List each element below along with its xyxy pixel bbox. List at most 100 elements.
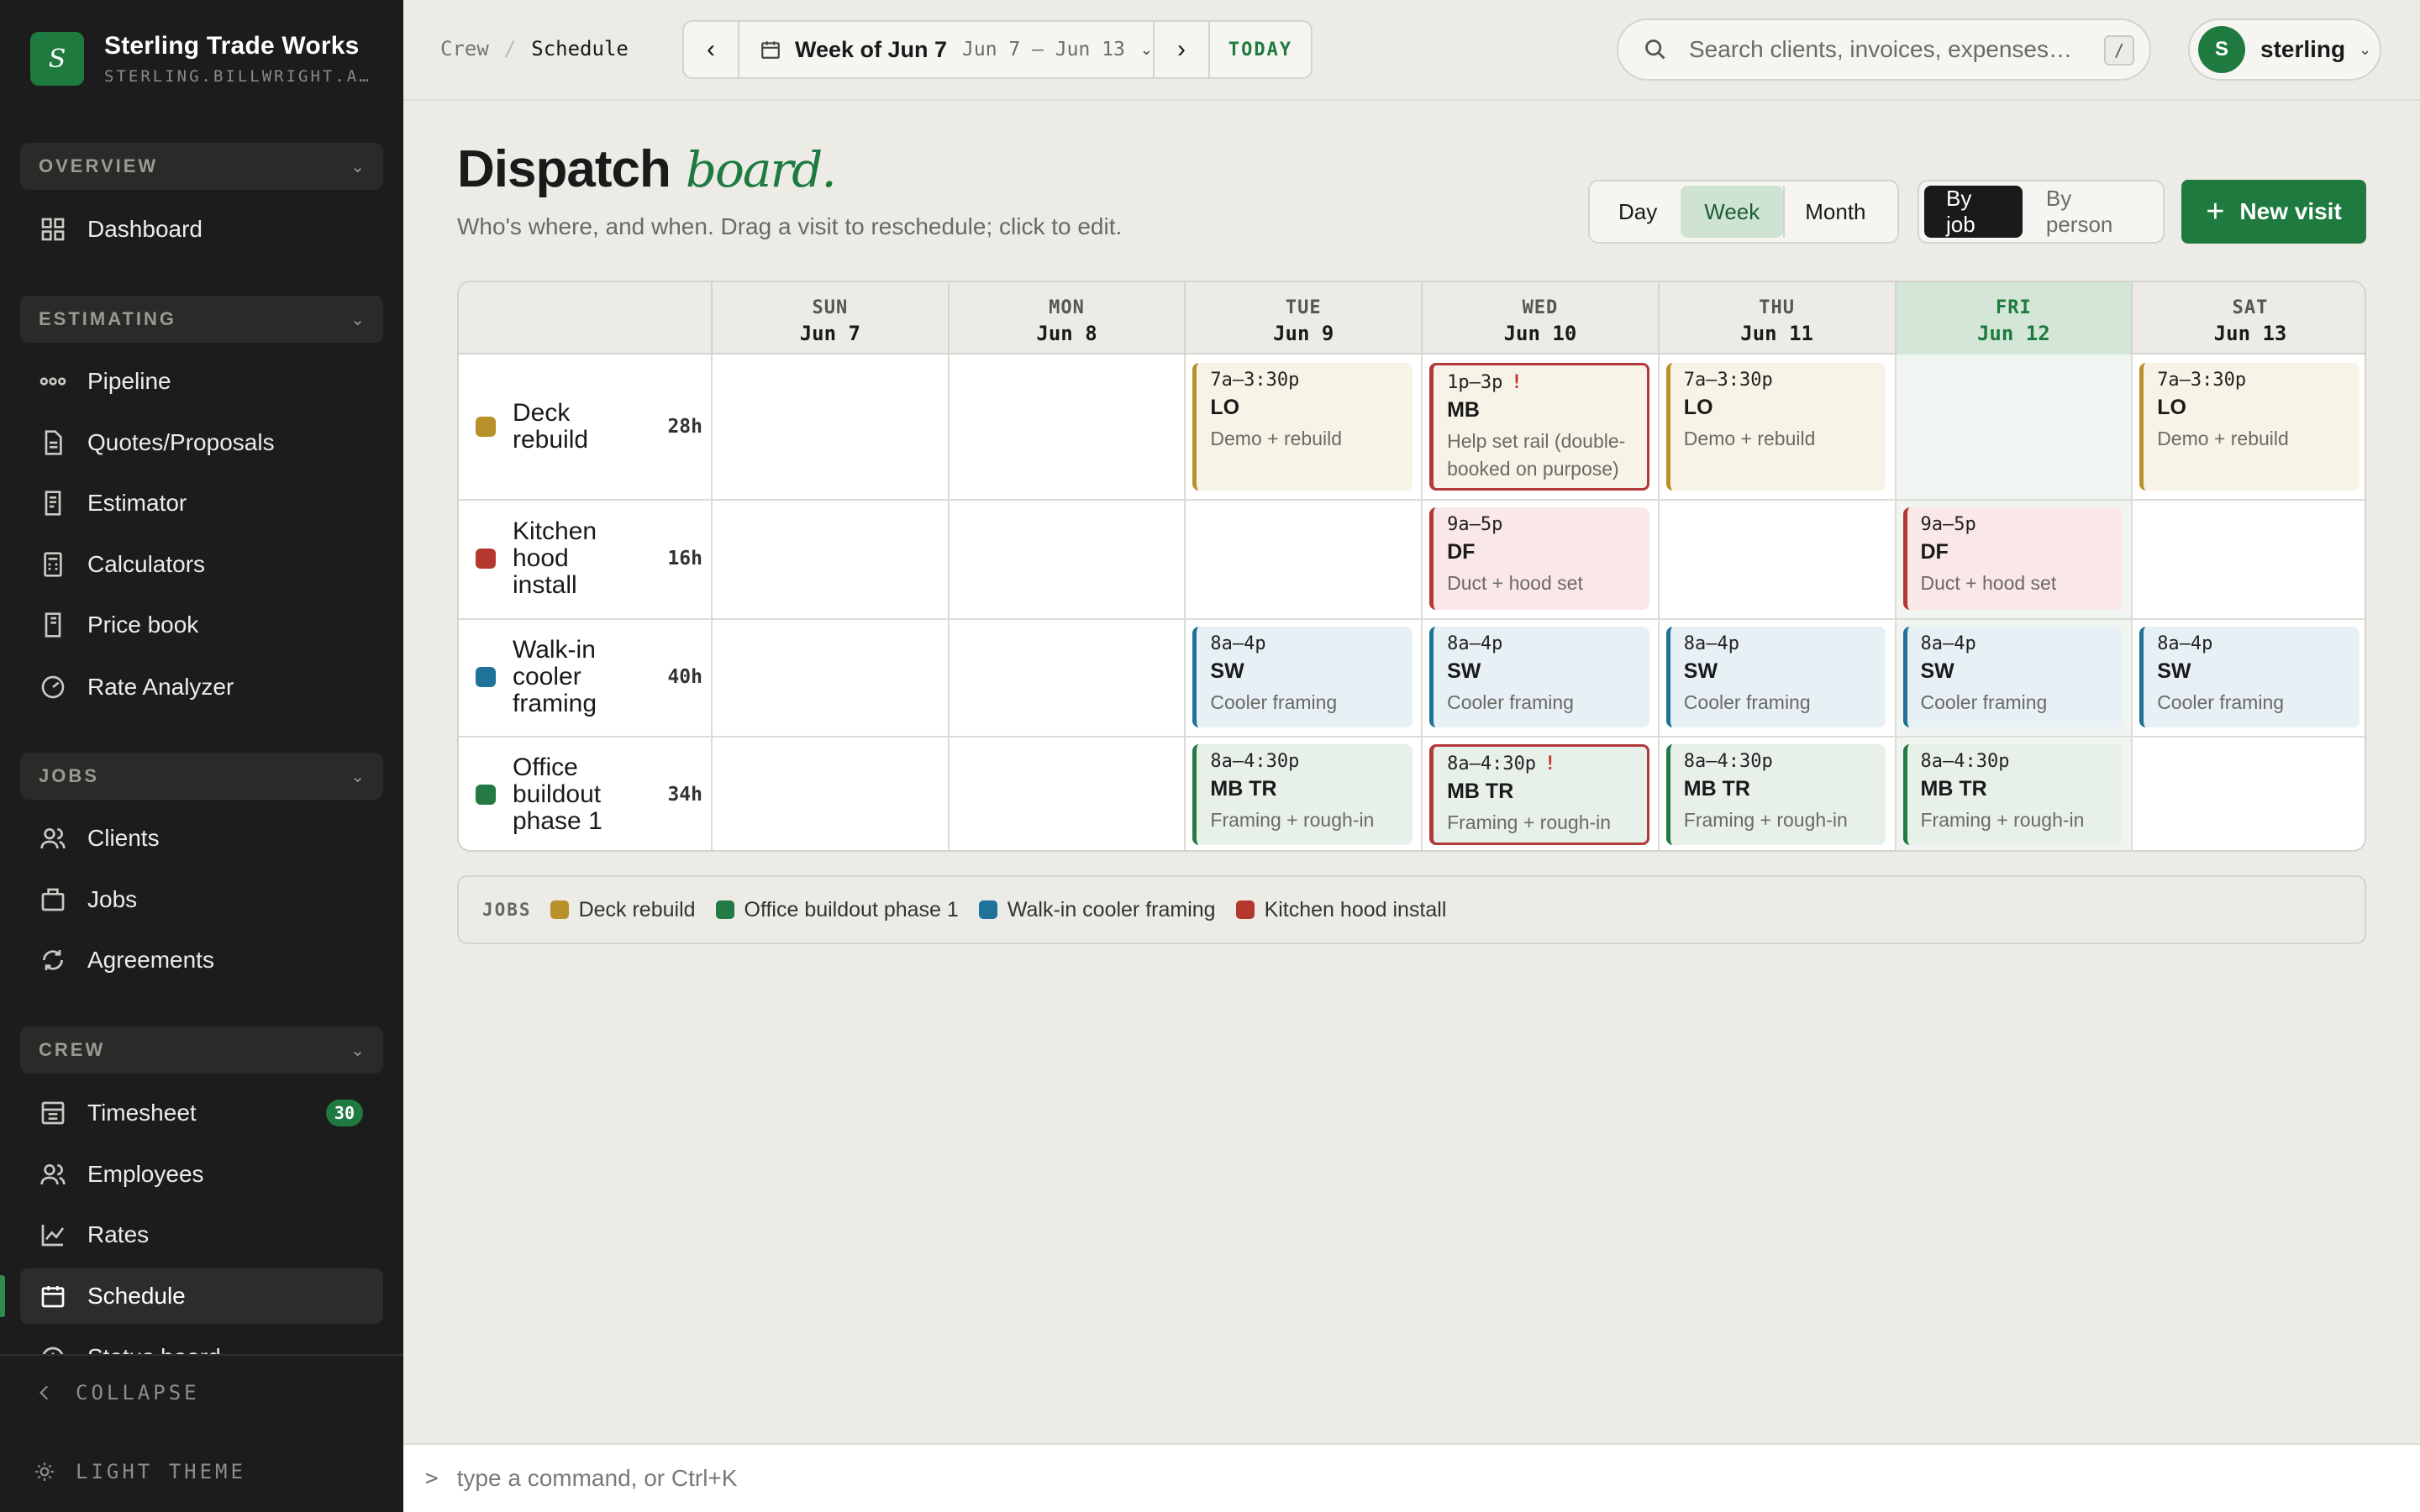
visit-time: 8a–4p	[1920, 633, 1976, 654]
visit-card[interactable]: 8a–4:30p MB TR Framing + rough-in	[1192, 744, 1413, 845]
sidebar-item-label: Pipeline	[87, 368, 171, 394]
legend-label: Deck rebuild	[578, 897, 696, 921]
legend-item: Office buildout phase 1	[715, 898, 959, 922]
sun-icon	[35, 1462, 54, 1481]
group-by-job-button[interactable]: By job	[1924, 186, 2023, 238]
sidebar-footer: COLLAPSE LIGHT THEME	[0, 1354, 403, 1512]
today-button[interactable]: TODAY	[1210, 39, 1311, 60]
nav-group-crew[interactable]: CREW ⌄	[20, 1026, 383, 1074]
chevron-right-icon: ›	[1177, 35, 1186, 63]
job-color-swatch	[476, 667, 496, 687]
day-date: Jun 8	[1036, 322, 1097, 345]
nav-group-overview[interactable]: OVERVIEW ⌄	[20, 143, 383, 190]
sidebar-item-agreements[interactable]: Agreements	[20, 932, 383, 988]
sidebar-item-pricebook[interactable]: Price book	[20, 597, 383, 653]
sidebar-item-jobs[interactable]: Jobs	[20, 872, 383, 927]
sidebar-item-clients[interactable]: Clients	[20, 811, 383, 866]
sidebar-item-schedule[interactable]: Schedule	[0, 1268, 383, 1324]
visit-crew: DF	[1447, 540, 1476, 564]
visit-crew: MB	[1447, 398, 1480, 422]
brand[interactable]: S Sterling Trade Works STERLING.BILLWRIG…	[30, 32, 381, 86]
sidebar-item-status-board[interactable]: Status board	[20, 1329, 383, 1354]
chevron-down-icon: ⌄	[350, 310, 365, 329]
visit-card[interactable]: 7a–3:30p LO Demo + rebuild	[1665, 363, 1886, 491]
sidebar-item-quotes[interactable]: Quotes/Proposals	[20, 415, 383, 470]
visit-time: 9a–5p	[1447, 514, 1503, 535]
visit-card[interactable]: 8a–4p SW Cooler framing	[1902, 627, 2123, 727]
visit-description: Cooler framing	[1920, 691, 2048, 713]
next-week-button[interactable]: ›	[1155, 22, 1208, 77]
legend-swatch	[550, 900, 569, 919]
sidebar-item-dashboard[interactable]: Dashboard	[20, 202, 383, 257]
visit-card[interactable]: 8a–4p SW Cooler framing	[2139, 627, 2360, 727]
user-menu[interactable]: S sterling ⌄	[2188, 18, 2381, 81]
day-header: SUN Jun 7	[711, 282, 948, 354]
sidebar-item-label: Quotes/Proposals	[87, 429, 275, 455]
day-header: THU Jun 11	[1657, 282, 1895, 354]
grid-icon	[39, 215, 67, 244]
sidebar-item-pipeline[interactable]: Pipeline	[20, 354, 383, 409]
sidebar-item-employees[interactable]: Employees	[20, 1147, 383, 1202]
conflict-icon: !	[1511, 372, 1523, 393]
collapse-button[interactable]: COLLAPSE	[34, 1381, 200, 1404]
visit-card[interactable]: 1p–3p! MB Help set rail (double-booked on …	[1429, 363, 1649, 491]
job-row-label[interactable]: Office buildout phase 1 34h	[476, 736, 702, 850]
day-of-week: SAT	[2232, 297, 2269, 318]
job-row-label[interactable]: Walk-in cooler framing 40h	[476, 618, 702, 736]
visit-card[interactable]: 7a–3:30p LO Demo + rebuild	[2139, 363, 2360, 491]
gauge-icon	[39, 673, 67, 701]
visit-card[interactable]: 8a–4:30p MB TR Framing + rough-in	[1665, 744, 1886, 845]
nav-group-estimating[interactable]: ESTIMATING ⌄	[20, 296, 383, 343]
view-day-button[interactable]: Day	[1595, 186, 1681, 238]
sidebar-item-rates[interactable]: Rates	[20, 1207, 383, 1263]
column-divider	[947, 354, 950, 850]
visit-crew: LO	[2157, 396, 2186, 419]
breadcrumb-crew[interactable]: Crew	[440, 37, 489, 60]
sidebar-item-label: Timesheet	[87, 1100, 197, 1126]
nav-group-jobs[interactable]: JOBS ⌄	[20, 753, 383, 800]
legend-swatch	[978, 900, 997, 919]
sidebar-item-rate-analyzer[interactable]: Rate Analyzer	[20, 659, 383, 715]
visit-description: Framing + rough-in	[1210, 809, 1375, 831]
visit-crew: MB TR	[1210, 777, 1277, 801]
visit-card[interactable]: 8a–4:30p MB TR Framing + rough-in	[1902, 744, 2123, 845]
sidebar-item-estimator[interactable]: Estimator	[20, 475, 383, 531]
day-header: TUE Jun 9	[1184, 282, 1421, 354]
book-icon	[39, 611, 67, 639]
week-picker[interactable]: Week of Jun 7 Jun 7 – Jun 13 ⌄	[739, 22, 1153, 77]
visit-card[interactable]: 8a–4p SW Cooler framing	[1192, 627, 1413, 727]
new-visit-button[interactable]: + New visit	[2181, 180, 2366, 244]
search-input[interactable]: Search clients, invoices, expenses… /	[1617, 18, 2151, 81]
command-input[interactable]: type a command, or Ctrl+K	[457, 1465, 738, 1492]
job-row-label[interactable]: Deck rebuild 28h	[476, 354, 702, 499]
sidebar-item-timesheet[interactable]: Timesheet 30	[20, 1085, 383, 1141]
visit-time: 9a–5p	[1920, 514, 1976, 535]
week-navigator: ‹ Week of Jun 7 Jun 7 – Jun 13 ⌄ › TODAY	[682, 20, 1313, 79]
theme-toggle[interactable]: LIGHT THEME	[34, 1460, 246, 1483]
visit-card[interactable]: 8a–4p SW Cooler framing	[1665, 627, 1886, 727]
visit-card[interactable]: 8a–4p SW Cooler framing	[1429, 627, 1649, 727]
page-subtitle: Who's where, and when. Drag a visit to r…	[457, 213, 1123, 239]
column-divider	[1894, 354, 1897, 850]
job-name: Walk-in cooler framing	[513, 636, 597, 717]
visit-card[interactable]: 7a–3:30p LO Demo + rebuild	[1192, 363, 1413, 491]
legend-swatch	[715, 900, 734, 919]
page-title: Dispatch board.	[457, 139, 837, 199]
view-week-button[interactable]: Week	[1681, 186, 1784, 238]
visit-crew: SW	[2157, 659, 2191, 683]
visit-card[interactable]: 8a–4:30p! MB TR Framing + rough-in	[1429, 744, 1649, 845]
day-of-week: WED	[1522, 297, 1559, 318]
legend-swatch	[1235, 900, 1255, 919]
visit-card[interactable]: 9a–5p DF Duct + hood set	[1902, 507, 2123, 610]
sidebar-item-calculators[interactable]: Calculators	[20, 537, 383, 592]
view-month-button[interactable]: Month	[1783, 186, 1886, 238]
command-bar[interactable]: > type a command, or Ctrl+K	[403, 1443, 2420, 1512]
visit-description: Framing + rough-in	[1683, 809, 1848, 831]
group-by-person-button[interactable]: By person	[2023, 186, 2158, 238]
chevron-down-icon: ⌄	[350, 767, 365, 786]
day-date: Jun 11	[1740, 322, 1813, 345]
job-row-label[interactable]: Kitchen hood install 16h	[476, 499, 702, 618]
column-divider	[1657, 354, 1660, 850]
visit-card[interactable]: 9a–5p DF Duct + hood set	[1429, 507, 1649, 610]
previous-week-button[interactable]: ‹	[684, 22, 738, 77]
